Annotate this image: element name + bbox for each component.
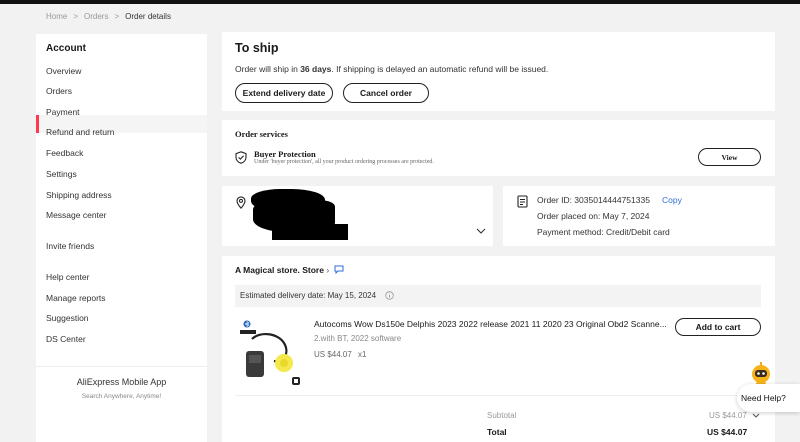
sidebar-item-manage-reports[interactable]: Manage reports bbox=[46, 293, 106, 303]
sidebar-item-ds-center[interactable]: DS Center bbox=[46, 334, 86, 344]
need-help-button[interactable]: Need Help? bbox=[737, 384, 800, 412]
sidebar-item-help-center[interactable]: Help center bbox=[46, 272, 89, 282]
divider bbox=[235, 395, 761, 396]
payment-method: Payment method: Credit/Debit card bbox=[537, 227, 670, 237]
top-bar bbox=[0, 0, 800, 4]
total-label: Total bbox=[487, 427, 507, 437]
product-price-row: US $44.07 x1 bbox=[314, 350, 367, 359]
chat-icon[interactable] bbox=[334, 265, 344, 274]
order-info-card: Order ID: 3035014444751335 Copy Order pl… bbox=[503, 186, 775, 246]
store-name: A Magical store. Store bbox=[235, 265, 324, 275]
extend-delivery-button[interactable]: Extend delivery date bbox=[235, 83, 333, 103]
sidebar-item-settings[interactable]: Settings bbox=[46, 169, 77, 179]
status-message: Order will ship in 36 days. If shipping … bbox=[235, 64, 548, 74]
order-id: Order ID: 3035014444751335 bbox=[537, 195, 650, 205]
store-order-card: A Magical store. Store › Estimated deliv… bbox=[222, 256, 775, 442]
mobile-app-promo[interactable]: AliExpress Mobile App Search Anywhere, A… bbox=[36, 366, 207, 412]
sidebar-item-shipping-address[interactable]: Shipping address bbox=[46, 190, 112, 200]
chevron-right-icon: › bbox=[326, 265, 330, 275]
info-icon[interactable] bbox=[385, 291, 394, 300]
receipt-icon bbox=[517, 195, 528, 208]
sidebar-item-suggestion[interactable]: Suggestion bbox=[46, 313, 89, 323]
order-status-card: To ship Order will ship in 36 days. If s… bbox=[222, 32, 775, 111]
shield-check-icon bbox=[235, 151, 247, 164]
sidebar-item-payment[interactable]: Payment bbox=[46, 107, 80, 117]
breadcrumb-separator: > bbox=[114, 12, 120, 21]
add-to-cart-button[interactable]: Add to cart bbox=[675, 318, 761, 336]
status-message-prefix: Order will ship in bbox=[235, 64, 301, 74]
order-placed-date: Order placed on: May 7, 2024 bbox=[537, 211, 650, 221]
buyer-protection-title: Buyer Protection bbox=[254, 149, 316, 159]
breadcrumb: Home > Orders > Order details bbox=[46, 12, 171, 21]
sidebar-item-feedback[interactable]: Feedback bbox=[46, 148, 83, 158]
total-value: US $44.07 bbox=[707, 427, 748, 437]
status-title: To ship bbox=[235, 41, 279, 55]
mobile-app-subtitle: Search Anywhere, Anytime! bbox=[81, 393, 162, 400]
breadcrumb-separator: > bbox=[73, 12, 79, 21]
view-services-button[interactable]: View bbox=[698, 148, 761, 166]
order-services-card: Order services Buyer Protection Under 'b… bbox=[222, 120, 775, 176]
shipping-address-card[interactable] bbox=[222, 186, 493, 246]
estimated-delivery-date: Estimated delivery date: May 15, 2024 bbox=[240, 291, 377, 300]
product-thumbnail-graphic bbox=[240, 320, 300, 385]
sidebar-item-message-center[interactable]: Message center bbox=[46, 210, 106, 220]
subtotal-value: US $44.07 bbox=[709, 411, 747, 420]
breadcrumb-orders[interactable]: Orders bbox=[84, 12, 108, 21]
sidebar-title: Account bbox=[46, 43, 86, 54]
buyer-protection-text: Under 'buyer protection', all your produ… bbox=[254, 159, 434, 165]
location-pin-icon bbox=[236, 196, 246, 209]
chevron-down-icon[interactable] bbox=[752, 413, 760, 418]
ship-days: 36 days bbox=[300, 64, 332, 74]
product-image[interactable] bbox=[238, 317, 305, 387]
store-name-link[interactable]: A Magical store. Store › bbox=[235, 265, 329, 275]
status-message-suffix: . If shipping is delayed an automatic re… bbox=[331, 64, 549, 74]
copy-order-id-link[interactable]: Copy bbox=[662, 195, 682, 205]
product-title-link[interactable]: Autocoms Wow Ds150e Delphis 2023 2022 re… bbox=[314, 319, 666, 329]
product-price: US $44.07 bbox=[314, 350, 352, 359]
subtotal-label: Subtotal bbox=[487, 411, 517, 420]
breadcrumb-home[interactable]: Home bbox=[46, 12, 67, 21]
address-redaction bbox=[272, 224, 348, 240]
sidebar-active-indicator bbox=[36, 115, 39, 133]
services-title: Order services bbox=[235, 129, 288, 139]
sidebar-item-orders[interactable]: Orders bbox=[46, 86, 72, 96]
account-sidebar: Account Overview Orders Payment Refund a… bbox=[36, 34, 207, 442]
product-variant: 2.with BT, 2022 software bbox=[314, 334, 402, 343]
breadcrumb-current: Order details bbox=[125, 12, 171, 21]
sidebar-item-invite-friends[interactable]: Invite friends bbox=[46, 241, 94, 251]
sidebar-item-overview[interactable]: Overview bbox=[46, 66, 81, 76]
mobile-app-title: AliExpress Mobile App bbox=[76, 377, 167, 387]
sidebar-item-refund[interactable]: Refund and return bbox=[46, 127, 115, 137]
chevron-down-icon[interactable] bbox=[476, 228, 486, 234]
cancel-order-button[interactable]: Cancel order bbox=[343, 83, 429, 103]
product-quantity: x1 bbox=[358, 350, 367, 359]
estimated-delivery-bar: Estimated delivery date: May 15, 2024 bbox=[235, 285, 761, 307]
